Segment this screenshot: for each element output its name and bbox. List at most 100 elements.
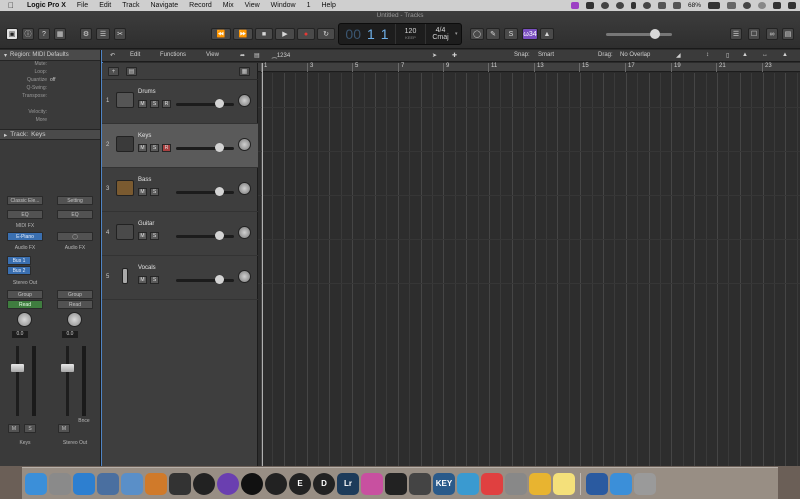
track-mute-button[interactable]: M [138, 232, 147, 240]
instrument-slot[interactable]: E-Piano [7, 232, 43, 241]
automation-mode[interactable]: Read [57, 300, 93, 309]
dock-trash-icon[interactable] [634, 472, 656, 495]
automation-mode[interactable]: Read [7, 300, 43, 309]
bluetooth-icon[interactable] [630, 2, 636, 9]
tracks-workspace[interactable] [258, 73, 800, 466]
menu-help[interactable]: Help [321, 2, 335, 9]
fast-forward-button[interactable]: ⏩ [233, 28, 253, 40]
dock-e-app-icon[interactable]: E [289, 472, 311, 495]
audio-fx-slot[interactable]: Audio FX [4, 245, 46, 251]
avatar[interactable] [743, 2, 751, 9]
dock-garageband-icon[interactable] [145, 472, 167, 495]
status-dropbox-icon[interactable] [600, 2, 609, 9]
spotlight-icon[interactable] [773, 2, 781, 9]
track-pan-knob[interactable] [238, 226, 251, 239]
menu-1[interactable]: 1 [307, 2, 311, 9]
track-solo-button[interactable]: S [150, 144, 159, 152]
master-volume-knob[interactable] [650, 29, 660, 39]
timemachine-icon[interactable] [642, 2, 651, 9]
track-pan-knob[interactable] [238, 182, 251, 195]
battery-icon[interactable] [708, 2, 720, 9]
track-volume-slider[interactable] [176, 103, 234, 106]
menu-window[interactable]: Window [271, 2, 296, 9]
mute-button[interactable]: M [58, 424, 70, 433]
bounce-button[interactable]: Bnce [66, 418, 102, 424]
status-app-icon[interactable] [570, 2, 579, 9]
mute-button[interactable]: M [8, 424, 20, 433]
loop-browser-button[interactable]: ∞ [766, 28, 778, 40]
track-solo-button[interactable]: S [150, 100, 159, 108]
quick-help-button[interactable]: ? [38, 28, 50, 40]
volume-fader[interactable] [16, 346, 19, 416]
track-solo-button[interactable]: S [150, 232, 159, 240]
volume-fader[interactable] [66, 346, 69, 416]
pan-knob[interactable] [17, 312, 32, 327]
vertical-zoom-icon[interactable]: ↕ [706, 52, 709, 58]
track-solo-button[interactable]: S [150, 188, 159, 196]
track-volume-slider[interactable] [176, 235, 234, 238]
mixer-button[interactable]: ☰ [96, 28, 110, 40]
menu-mix[interactable]: Mix [223, 2, 234, 9]
cycle-button[interactable]: ↻ [317, 28, 335, 40]
status-grid-icon[interactable] [585, 2, 594, 9]
notepad-button[interactable]: ☐ [748, 28, 760, 40]
dock-folder-icon[interactable] [529, 472, 551, 495]
track-row-bass[interactable]: 3 Bass M S [102, 168, 258, 212]
record-button[interactable]: ● [297, 28, 315, 40]
track-row-keys[interactable]: 2 Keys M S R [102, 124, 258, 168]
output-slot[interactable]: Stereo Out [4, 280, 46, 286]
dock-news-icon[interactable] [481, 472, 503, 495]
dock-notes-icon[interactable] [553, 472, 575, 495]
track-row-drums[interactable]: 1 Drums M S R [102, 80, 258, 124]
track-row-guitar[interactable]: 4 Guitar M S [102, 212, 258, 256]
metronome-icon[interactable]: ▲ [540, 28, 554, 40]
editors-button[interactable]: ✂ [114, 28, 126, 40]
pencil-tool-icon[interactable]: ✚ [452, 52, 457, 59]
dock-piano-icon[interactable] [385, 472, 407, 495]
add-track-button[interactable]: + [108, 67, 119, 76]
track-volume-knob[interactable] [215, 187, 224, 196]
track-mute-button[interactable]: M [138, 276, 147, 284]
dock-finder-icon[interactable] [25, 472, 47, 495]
param-transpose[interactable]: Transpose: [0, 93, 100, 101]
stop-button[interactable]: ■ [255, 28, 273, 40]
track-volume-knob[interactable] [215, 275, 224, 284]
dock-photos-icon[interactable] [361, 472, 383, 495]
menu-app-name[interactable]: Logic Pro X [27, 2, 66, 9]
status-circle-icon[interactable] [615, 2, 624, 9]
global-tracks-icon[interactable]: ▦ [239, 67, 250, 76]
track-name[interactable]: Keys [138, 133, 151, 139]
zoom-icon[interactable]: ↔ [762, 52, 768, 58]
track-volume-knob[interactable] [215, 99, 224, 108]
apple-menu-icon[interactable]:  [8, 1, 18, 10]
play-button[interactable]: ▶ [275, 28, 295, 40]
track-volume-knob[interactable] [215, 143, 224, 152]
volume-icon[interactable] [672, 2, 681, 9]
lcd-signature[interactable]: 4/4 Cmaj [425, 24, 455, 44]
setting-button[interactable]: Setting [57, 196, 93, 205]
replace-button[interactable]: ◯ [470, 28, 484, 40]
dock-preview-icon[interactable] [97, 472, 119, 495]
disclosure-triangle-icon[interactable]: ▾ [4, 52, 7, 59]
dock-ableton-icon[interactable] [265, 472, 287, 495]
region-inspector-header[interactable]: ▾ Region: MIDI Defaults [0, 50, 100, 61]
group-slot[interactable]: Group [7, 290, 43, 299]
master-volume-slider[interactable] [606, 33, 672, 36]
menu-record[interactable]: Record [189, 2, 212, 9]
track-volume-slider[interactable] [176, 147, 234, 150]
volume-fader-cap[interactable] [11, 364, 24, 372]
param-qswing[interactable]: Q-Swing: [0, 85, 100, 93]
back-icon[interactable]: ↶ [110, 52, 115, 59]
track-mute-button[interactable]: M [138, 100, 147, 108]
send-bus1[interactable]: Bus 1 [7, 256, 31, 265]
bar-ruler[interactable]: 1 3 5 7 9 11 13 15 17 19 21 23 [258, 63, 800, 72]
dock-1password-icon[interactable] [586, 472, 608, 495]
menu-file[interactable]: File [77, 2, 88, 9]
catch-icon[interactable]: ➦ [240, 52, 245, 59]
tuner-button[interactable]: ✎ [486, 28, 500, 40]
track-volume-knob[interactable] [215, 231, 224, 240]
pointer-tool-icon[interactable]: ➤ [432, 52, 437, 59]
param-mute[interactable]: Mute: [0, 61, 100, 69]
siri-icon[interactable] [758, 2, 766, 9]
notification-center-icon[interactable] [788, 2, 796, 9]
